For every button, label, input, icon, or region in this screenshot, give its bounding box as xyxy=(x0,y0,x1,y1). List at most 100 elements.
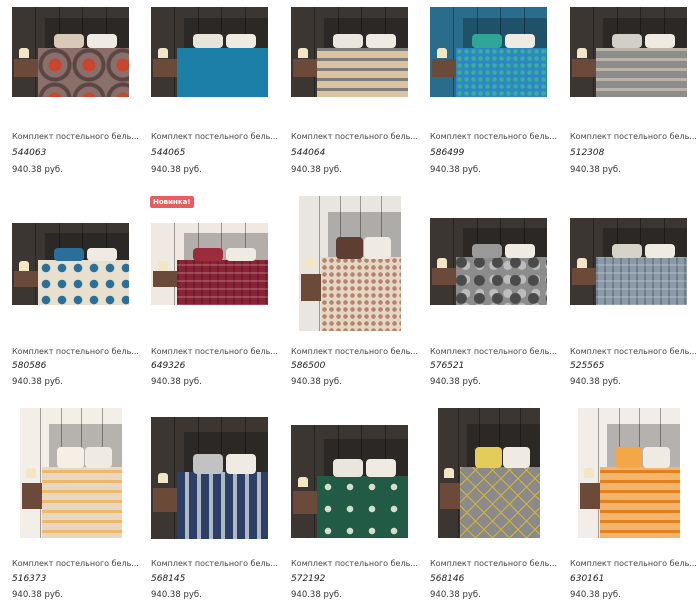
pillow xyxy=(364,237,391,259)
product-card[interactable]: Комплект постельного бель... 544063 940.38… xyxy=(12,7,142,179)
product-card[interactable]: Комплект постельного бель... 568146 940.38… xyxy=(430,408,560,604)
product-title[interactable]: Комплект постельного бель... xyxy=(570,347,697,356)
lamp xyxy=(19,48,29,58)
product-sku: 544065 xyxy=(151,148,186,158)
pillow xyxy=(612,244,642,258)
lamp xyxy=(437,48,447,58)
product-title[interactable]: Комплект постельного бель... xyxy=(12,559,139,568)
product-title[interactable]: Комплект постельного бель... xyxy=(291,132,418,141)
product-card[interactable]: Комплект постельного бель... 576521 940.38… xyxy=(430,196,560,391)
product-title[interactable]: Комплект постельного бель... xyxy=(151,559,278,568)
product-sku: 516373 xyxy=(12,574,47,584)
wall-panel xyxy=(453,7,454,97)
bed-cover xyxy=(177,472,268,539)
product-card[interactable]: Комплект постельного бель... 544064 940.38… xyxy=(291,7,421,179)
wall-panel xyxy=(458,408,459,538)
bed-cover xyxy=(600,467,680,538)
product-image[interactable] xyxy=(12,7,129,97)
pillow xyxy=(193,454,223,474)
pillow xyxy=(366,459,396,477)
bed-cover xyxy=(317,476,408,538)
product-card[interactable]: Новинка! Комплект постельного бель... 6493… xyxy=(150,196,281,391)
product-sku: 512308 xyxy=(570,148,605,158)
lamp xyxy=(158,261,168,271)
product-image[interactable] xyxy=(12,223,129,305)
product-card[interactable]: Комплект постельного бель... 586499 940.38… xyxy=(430,7,560,179)
product-title[interactable]: Комплект постельного бель... xyxy=(12,347,139,356)
new-badge: Новинка! xyxy=(150,196,194,208)
product-sku: 586500 xyxy=(291,361,326,371)
product-price: 940.38 руб. xyxy=(570,377,621,387)
product-price: 940.38 руб. xyxy=(151,377,202,387)
product-image[interactable] xyxy=(430,218,547,305)
product-sku: 568145 xyxy=(151,574,186,584)
product-image[interactable] xyxy=(151,223,268,305)
product-card[interactable]: Комплект постельного бель... 544065 940.38… xyxy=(151,7,281,179)
bed-cover xyxy=(317,48,408,97)
product-price: 940.38 руб. xyxy=(430,590,481,600)
product-price: 940.38 руб. xyxy=(151,165,202,175)
pillow xyxy=(472,244,502,258)
pillow xyxy=(226,248,256,261)
product-image[interactable] xyxy=(578,408,680,538)
product-image[interactable] xyxy=(291,425,408,538)
product-card[interactable]: Комплект постельного бель... 512308 940.38… xyxy=(570,7,700,179)
product-price: 940.38 руб. xyxy=(12,590,63,600)
product-card[interactable]: Комплект постельного бель... 586500 940.38… xyxy=(291,196,421,391)
bed-cover xyxy=(596,48,687,97)
product-sku: 576521 xyxy=(430,361,465,371)
nightstand xyxy=(153,271,179,287)
product-price: 940.38 руб. xyxy=(430,165,481,175)
product-title[interactable]: Комплект постельного бель... xyxy=(291,559,418,568)
product-title[interactable]: Комплект постельного бель... xyxy=(151,132,278,141)
product-card[interactable]: Комплект постельного бель... 568145 940.38… xyxy=(151,408,281,604)
product-title[interactable]: Комплект постельного бель... xyxy=(430,347,557,356)
pillow xyxy=(643,447,670,468)
product-title[interactable]: Комплект постельного бель... xyxy=(570,559,697,568)
pillow xyxy=(505,34,535,48)
product-sku: 580586 xyxy=(12,361,47,371)
wall-panel xyxy=(453,218,454,305)
product-card[interactable]: Комплект постельного бель... 630161 940.38… xyxy=(570,408,700,604)
product-image[interactable] xyxy=(438,408,540,538)
product-image[interactable] xyxy=(291,7,408,97)
lamp xyxy=(26,468,36,478)
product-title[interactable]: Комплект постельного бель... xyxy=(151,347,278,356)
product-image[interactable] xyxy=(570,7,687,97)
product-title[interactable]: Комплект постельного бель... xyxy=(430,559,557,568)
product-image[interactable] xyxy=(570,218,687,305)
product-image[interactable] xyxy=(299,196,401,331)
product-title[interactable]: Комплект постельного бель... xyxy=(291,347,418,356)
product-sku: 649326 xyxy=(151,361,186,371)
pillow xyxy=(193,34,223,48)
wall-panel xyxy=(35,7,36,97)
product-image[interactable] xyxy=(151,7,268,97)
wall-panel xyxy=(35,223,36,305)
product-image[interactable] xyxy=(430,7,547,97)
product-title[interactable]: Комплект постельного бель... xyxy=(12,132,139,141)
pillow xyxy=(333,34,363,48)
product-card[interactable]: Комплект постельного бель... 572192 940.38… xyxy=(291,408,421,604)
product-sku: 630161 xyxy=(570,574,605,584)
nightstand xyxy=(22,483,44,509)
product-image[interactable] xyxy=(20,408,122,538)
product-sku: 586499 xyxy=(430,148,465,158)
product-title[interactable]: Комплект постельного бель... xyxy=(570,132,697,141)
product-card[interactable]: Комплект постельного бель... 516373 940.38… xyxy=(12,408,142,604)
product-image[interactable] xyxy=(151,417,268,539)
wall-panel xyxy=(598,408,599,538)
product-card[interactable]: Комплект постельного бель... 525565 940.38… xyxy=(570,196,700,391)
lamp xyxy=(158,473,168,483)
product-title[interactable]: Комплект постельного бель... xyxy=(430,132,557,141)
product-price: 940.38 руб. xyxy=(151,590,202,600)
product-sku: 568146 xyxy=(430,574,465,584)
product-price: 940.38 руб. xyxy=(430,377,481,387)
nightstand xyxy=(572,268,598,285)
lamp xyxy=(577,258,587,268)
product-sku: 525565 xyxy=(570,361,605,371)
product-card[interactable]: Комплект постельного бель... 580586 940.38… xyxy=(12,196,142,391)
bed-cover xyxy=(42,467,122,538)
product-price: 940.38 руб. xyxy=(291,377,342,387)
pillow xyxy=(193,248,223,261)
pillow xyxy=(612,34,642,48)
